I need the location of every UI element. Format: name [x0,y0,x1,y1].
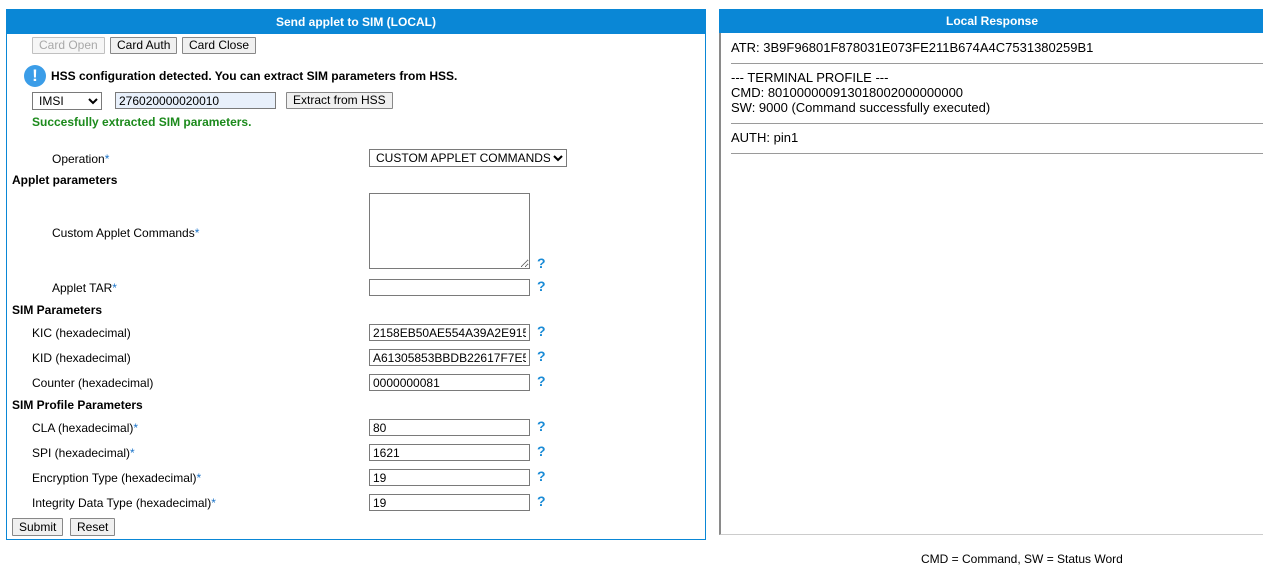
kid-input[interactable] [369,349,530,366]
help-icon[interactable]: ? [537,323,546,339]
divider [731,63,1263,64]
kid-label: KID (hexadecimal) [32,351,131,365]
help-icon[interactable]: ? [537,418,546,434]
success-message: Succesfully extracted SIM parameters. [32,115,252,129]
sim-parameters-heading: SIM Parameters [12,303,103,317]
operation-select[interactable]: CUSTOM APPLET COMMANDS [369,149,567,167]
integrity-type-label-text: Integrity Data Type (hexadecimal) [32,496,212,510]
help-icon[interactable]: ? [537,348,546,364]
info-icon: ! [24,65,46,87]
spi-input[interactable] [369,444,530,461]
encryption-type-label: Encryption Type (hexadecimal)* [32,471,201,485]
kic-label: KIC (hexadecimal) [32,326,131,340]
id-type-select[interactable]: IMSI [32,92,102,110]
legend-note: CMD = Command, SW = Status Word [921,552,1123,566]
applet-tar-label-text: Applet TAR [52,281,113,295]
card-auth-button[interactable]: Card Auth [110,37,178,54]
applet-tar-label: Applet TAR* [52,281,117,295]
required-marker: * [196,471,202,485]
help-icon[interactable]: ? [537,373,546,389]
reset-button[interactable]: Reset [70,518,116,536]
submit-button[interactable]: Submit [12,518,64,536]
custom-commands-textarea[interactable] [369,193,530,269]
terminal-profile-cmd: CMD: 801000000913018002000000000 [731,85,964,100]
encryption-type-label-text: Encryption Type (hexadecimal) [32,471,197,485]
cla-input[interactable] [369,419,530,436]
imsi-input[interactable] [115,92,276,109]
card-close-button[interactable]: Card Close [182,37,257,54]
atr-line: ATR: 3B9F96801F878031E073FE211B674A4C753… [731,40,1094,55]
custom-commands-label-text: Custom Applet Commands [52,226,195,240]
operation-label: Operation* [52,152,109,166]
cla-label-text: CLA (hexadecimal) [32,421,134,435]
send-applet-panel: Send applet to SIM (LOCAL) Card Open Car… [6,9,706,540]
integrity-type-input[interactable] [369,494,530,511]
terminal-profile-header: --- TERMINAL PROFILE --- [731,70,889,85]
applet-tar-input[interactable] [369,279,530,296]
sim-profile-heading: SIM Profile Parameters [12,398,143,412]
required-marker: * [112,281,117,295]
local-response-panel: Local Response ATR: 3B9F96801F878031E073… [719,9,1263,535]
cla-label: CLA (hexadecimal)* [32,421,138,435]
kic-input[interactable] [369,324,530,341]
counter-label: Counter (hexadecimal) [32,376,154,390]
applet-parameters-heading: Applet parameters [12,173,118,187]
required-marker: * [133,421,139,435]
hss-notice: HSS configuration detected. You can extr… [51,69,458,83]
divider [731,153,1263,154]
terminal-profile-sw: SW: 9000 (Command successfully executed) [731,100,991,115]
operation-label-text: Operation [52,152,105,166]
spi-label-text: SPI (hexadecimal) [32,446,131,460]
help-icon[interactable]: ? [537,278,546,294]
integrity-type-label: Integrity Data Type (hexadecimal)* [32,496,216,510]
spi-label: SPI (hexadecimal)* [32,446,135,460]
help-icon[interactable]: ? [537,255,546,271]
custom-commands-label: Custom Applet Commands* [52,226,199,240]
required-marker: * [211,496,216,510]
send-applet-title: Send applet to SIM (LOCAL) [7,10,705,34]
help-icon[interactable]: ? [537,493,546,509]
encryption-type-input[interactable] [369,469,530,486]
divider [731,123,1263,124]
counter-input[interactable] [369,374,530,391]
local-response-title: Local Response [719,9,1263,33]
card-open-button[interactable]: Card Open [32,37,105,54]
required-marker: * [194,226,200,240]
auth-line: AUTH: pin1 [731,130,799,145]
required-marker: * [104,152,110,166]
extract-from-hss-button[interactable]: Extract from HSS [286,92,393,109]
help-icon[interactable]: ? [537,468,546,484]
required-marker: * [130,446,135,460]
help-icon[interactable]: ? [537,443,546,459]
